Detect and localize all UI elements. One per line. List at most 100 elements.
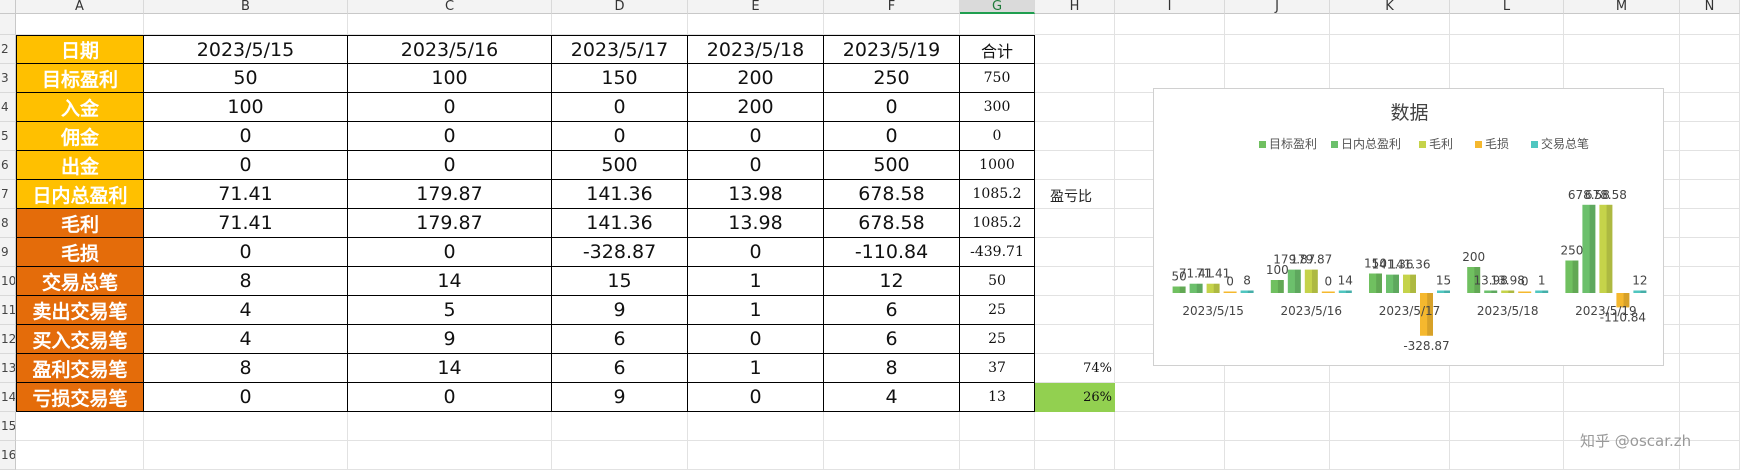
row-header-2[interactable]: 2 — [0, 35, 16, 64]
row-label[interactable]: 佣金 — [16, 122, 144, 151]
value-cell[interactable]: 200 — [688, 93, 824, 122]
value-cell[interactable]: 141.36 — [552, 209, 688, 238]
header-cell[interactable]: 合计 — [960, 35, 1035, 64]
row-header-13[interactable]: 13 — [0, 354, 16, 383]
value-cell[interactable]: 6 — [824, 296, 960, 325]
value-cell[interactable]: 6 — [552, 354, 688, 383]
header-label[interactable]: 日期 — [16, 35, 144, 64]
column-header-b[interactable]: B — [144, 0, 348, 14]
value-cell[interactable]: 100 — [144, 93, 348, 122]
value-cell[interactable]: 5 — [348, 296, 552, 325]
value-cell[interactable]: 0 — [688, 383, 824, 412]
column-header-n[interactable]: N — [1680, 0, 1740, 14]
row-header-16[interactable]: 16 — [0, 441, 16, 470]
value-cell[interactable]: 50 — [144, 64, 348, 93]
total-cell[interactable]: 300 — [960, 93, 1035, 122]
total-cell[interactable]: 1085.2 — [960, 209, 1035, 238]
value-cell[interactable]: 250 — [824, 64, 960, 93]
column-header-f[interactable]: F — [824, 0, 960, 14]
value-cell[interactable]: 0 — [348, 122, 552, 151]
value-cell[interactable]: 0 — [144, 151, 348, 180]
value-cell[interactable]: 0 — [688, 151, 824, 180]
value-cell[interactable]: 500 — [824, 151, 960, 180]
value-cell[interactable]: 6 — [824, 325, 960, 354]
value-cell[interactable]: 200 — [688, 64, 824, 93]
column-header-m[interactable]: M — [1564, 0, 1680, 14]
value-cell[interactable]: 0 — [348, 383, 552, 412]
row-header-4[interactable]: 4 — [0, 93, 16, 122]
total-cell[interactable]: -439.71 — [960, 238, 1035, 267]
value-cell[interactable]: 71.41 — [144, 180, 348, 209]
value-cell[interactable]: 150 — [552, 64, 688, 93]
value-cell[interactable]: 4 — [824, 383, 960, 412]
value-cell[interactable]: 0 — [688, 122, 824, 151]
value-cell[interactable]: 0 — [348, 93, 552, 122]
total-cell[interactable]: 1000 — [960, 151, 1035, 180]
value-cell[interactable]: 500 — [552, 151, 688, 180]
header-cell[interactable]: 2023/5/16 — [348, 35, 552, 64]
value-cell[interactable]: 179.87 — [348, 180, 552, 209]
row-label[interactable]: 亏损交易笔 — [16, 383, 144, 412]
total-cell[interactable]: 1085.2 — [960, 180, 1035, 209]
value-cell[interactable]: 8 — [824, 354, 960, 383]
chart-panel[interactable]: 数据 目标盈利 日内总盈利 毛利 毛损 交易总笔 50 71.41 71.41 0 8 2023/5/… — [1153, 88, 1664, 366]
row-label[interactable]: 出金 — [16, 151, 144, 180]
value-cell[interactable]: 8 — [144, 267, 348, 296]
total-cell[interactable]: 25 — [960, 296, 1035, 325]
total-cell[interactable]: 13 — [960, 383, 1035, 412]
row-header-9[interactable]: 9 — [0, 238, 16, 267]
value-cell[interactable]: 0 — [144, 383, 348, 412]
header-cell[interactable]: 2023/5/15 — [144, 35, 348, 64]
column-header-a[interactable]: A — [16, 0, 144, 14]
value-cell[interactable]: 8 — [144, 354, 348, 383]
row-label[interactable]: 日内总盈利 — [16, 180, 144, 209]
value-cell[interactable]: 15 — [552, 267, 688, 296]
column-header-e[interactable]: E — [688, 0, 824, 14]
value-cell[interactable]: 141.36 — [552, 180, 688, 209]
header-cell[interactable]: 2023/5/17 — [552, 35, 688, 64]
value-cell[interactable]: 1 — [688, 267, 824, 296]
value-cell[interactable]: 0 — [144, 238, 348, 267]
value-cell[interactable]: 4 — [144, 296, 348, 325]
value-cell[interactable]: 0 — [688, 238, 824, 267]
row-label[interactable]: 交易总笔 — [16, 267, 144, 296]
value-cell[interactable]: 71.41 — [144, 209, 348, 238]
row-header-8[interactable]: 8 — [0, 209, 16, 238]
header-cell[interactable]: 2023/5/19 — [824, 35, 960, 64]
value-cell[interactable]: 678.58 — [824, 180, 960, 209]
value-cell[interactable]: 179.87 — [348, 209, 552, 238]
value-cell[interactable]: 13.98 — [688, 180, 824, 209]
row-label[interactable]: 买入交易笔 — [16, 325, 144, 354]
row-header-10[interactable]: 10 — [0, 267, 16, 296]
select-all-corner[interactable] — [0, 0, 16, 14]
row-label[interactable]: 目标盈利 — [16, 64, 144, 93]
row-label[interactable]: 毛损 — [16, 238, 144, 267]
loss-percent-cell[interactable]: 26% — [1035, 383, 1115, 412]
total-cell[interactable]: 37 — [960, 354, 1035, 383]
value-cell[interactable]: -110.84 — [824, 238, 960, 267]
value-cell[interactable]: 0 — [688, 325, 824, 354]
value-cell[interactable]: 0 — [824, 93, 960, 122]
total-cell[interactable]: 0 — [960, 122, 1035, 151]
value-cell[interactable]: 9 — [348, 325, 552, 354]
column-header-j[interactable]: J — [1225, 0, 1330, 14]
row-header-11[interactable]: 11 — [0, 296, 16, 325]
row-label[interactable]: 盈利交易笔 — [16, 354, 144, 383]
value-cell[interactable]: 0 — [348, 238, 552, 267]
value-cell[interactable]: 14 — [348, 354, 552, 383]
row-header-15[interactable]: 15 — [0, 412, 16, 441]
value-cell[interactable]: 4 — [144, 325, 348, 354]
column-header-h[interactable]: H — [1035, 0, 1115, 14]
row-header-6[interactable]: 6 — [0, 151, 16, 180]
column-header-c[interactable]: C — [348, 0, 552, 14]
value-cell[interactable]: 6 — [552, 325, 688, 354]
header-cell[interactable]: 2023/5/18 — [688, 35, 824, 64]
row-header-14[interactable]: 14 — [0, 383, 16, 412]
value-cell[interactable]: 0 — [552, 93, 688, 122]
column-header-k[interactable]: K — [1330, 0, 1450, 14]
value-cell[interactable]: 100 — [348, 64, 552, 93]
value-cell[interactable]: 678.58 — [824, 209, 960, 238]
row-header-12[interactable]: 12 — [0, 325, 16, 354]
total-cell[interactable]: 750 — [960, 64, 1035, 93]
column-header-i[interactable]: I — [1115, 0, 1225, 14]
